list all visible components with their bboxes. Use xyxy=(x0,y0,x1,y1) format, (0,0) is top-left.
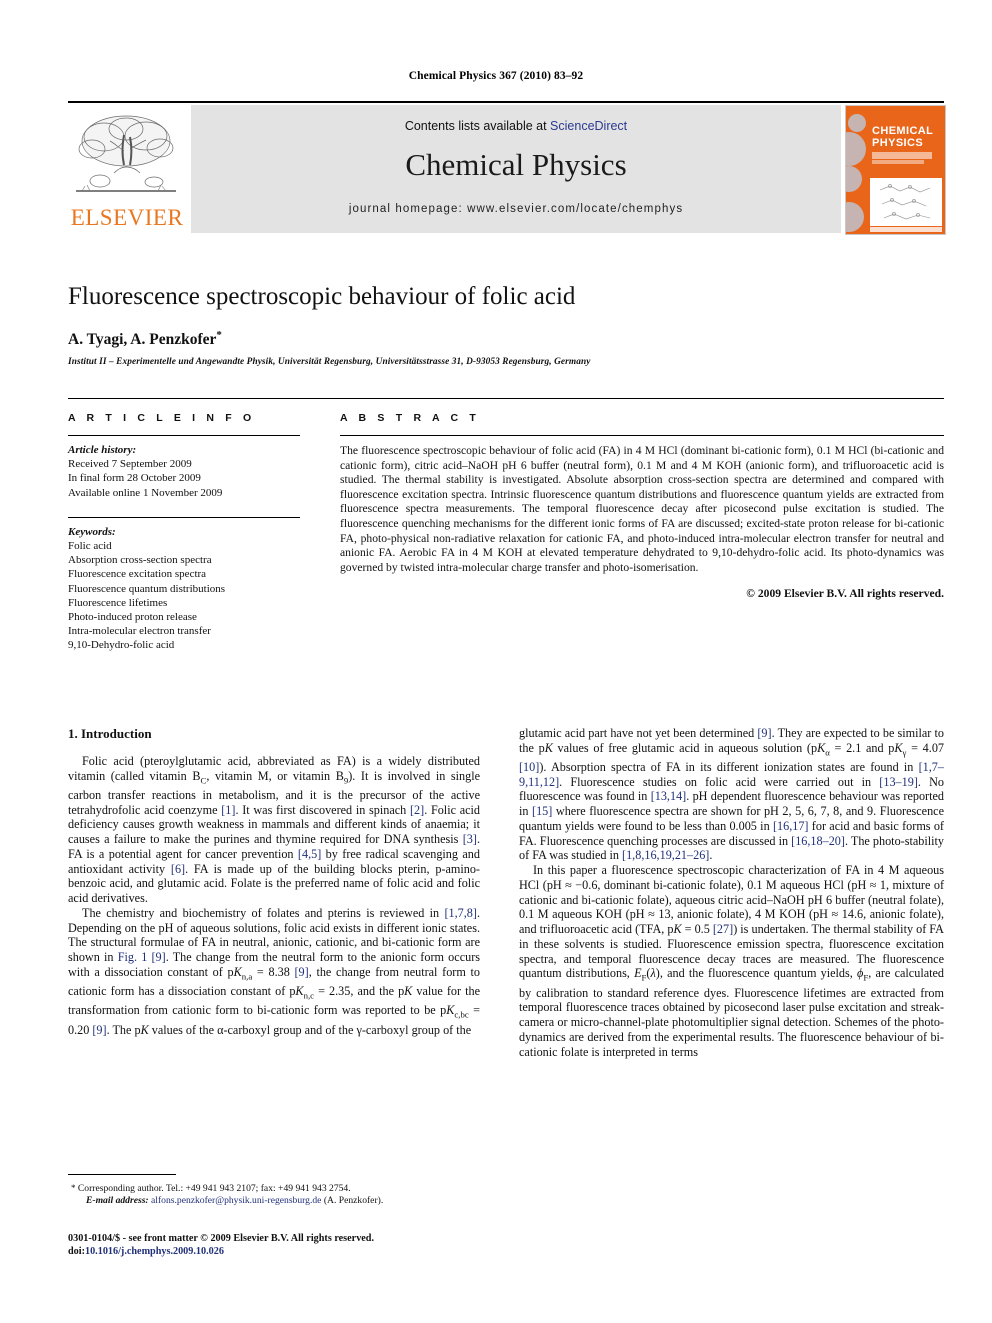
cover-title-line2: PHYSICS xyxy=(872,137,924,149)
keyword-item: Folic acid xyxy=(68,540,112,553)
contents-label: Contents lists available at xyxy=(404,119,551,133)
email-owner: (A. Penzkofer). xyxy=(323,1195,384,1207)
title-block: Fluorescence spectroscopic behaviour of … xyxy=(68,282,944,367)
email-link[interactable]: alfons.penzkofer@physik.uni-regensburg.d… xyxy=(151,1195,321,1206)
cover-subtitle-bar-2 xyxy=(872,160,924,164)
issn-copyright-line: 0301-0104/$ - see front matter © 2009 El… xyxy=(68,1233,375,1244)
keyword-item: Fluorescence lifetimes xyxy=(68,596,168,609)
masthead-top-rule xyxy=(68,101,944,103)
abstract-heading: A B S T R A C T xyxy=(340,412,480,424)
paper-page: Chemical Physics 367 (2010) 83–92 ELSEVI… xyxy=(0,0,992,1323)
page-title: Fluorescence spectroscopic behaviour of … xyxy=(68,283,576,310)
keywords-list: Keywords: Folic acid Absorption cross-se… xyxy=(68,525,300,653)
history-item: Available online 1 November 2009 xyxy=(68,486,223,499)
history-item: In final form 28 October 2009 xyxy=(68,472,201,485)
elsevier-tree-icon xyxy=(74,111,178,203)
doi-line: doi:10.1016/j.chemphys.2009.10.026 xyxy=(68,1245,628,1258)
masthead-banner: Contents lists available at ScienceDirec… xyxy=(191,105,841,233)
corresponding-author-text: Corresponding author. Tel.: +49 941 943 … xyxy=(77,1183,351,1194)
doi-label: doi: xyxy=(68,1246,85,1257)
running-head: Chemical Physics 367 (2010) 83–92 xyxy=(408,70,584,82)
keyword-item: 9,10-Dehydro-folic acid xyxy=(68,639,175,652)
abstract-rule xyxy=(340,435,944,436)
copyright-line: © 2009 Elsevier B.V. All rights reserved… xyxy=(746,587,944,601)
keyword-item: Intra-molecular electron transfer xyxy=(68,625,211,638)
title-bottom-rule xyxy=(68,398,944,399)
abstract-column: A B S T R A C T The fluorescence spectro… xyxy=(340,412,944,600)
footnote-rule xyxy=(68,1174,176,1175)
elsevier-wordmark: ELSEVIER xyxy=(70,205,184,230)
body-paragraph: The chemistry and biochemistry of folate… xyxy=(68,905,481,1037)
keywords-rule xyxy=(68,516,300,518)
affiliation: Institut II – Experimentelle und Angewan… xyxy=(68,357,591,368)
contents-line: Contents lists available at ScienceDirec… xyxy=(191,119,841,133)
section-heading-introduction: 1. Introduction xyxy=(68,726,152,741)
body-column-right: glutamic acid part have not yet been det… xyxy=(519,726,944,1059)
history-item: Received 7 September 2009 xyxy=(68,458,192,471)
author-list: A. Tyagi, A. Penzkofer* xyxy=(68,329,944,349)
journal-homepage[interactable]: journal homepage: www.elsevier.com/locat… xyxy=(191,203,841,215)
cover-title: CHEMICAL PHYSICS xyxy=(872,125,933,149)
body-column-left: 1. Introduction Folic acid (pteroylgluta… xyxy=(68,726,480,1037)
elsevier-logo: ELSEVIER xyxy=(68,105,186,233)
cover-title-line1: CHEMICAL xyxy=(872,125,934,137)
article-info-rule xyxy=(68,435,300,436)
article-history-label: Article history: xyxy=(68,444,137,456)
abstract-text: The fluorescence spectroscopic behaviour… xyxy=(340,444,944,574)
email-label: E-mail address: xyxy=(86,1195,149,1207)
authors-text: A. Tyagi, A. Penzkofer xyxy=(68,331,217,349)
keyword-item: Fluorescence quantum distributions xyxy=(68,582,226,595)
article-info-column: A R T I C L E I N F O Article history: R… xyxy=(68,412,300,653)
email-note: E-mail address: alfons.penzkofer@physik.… xyxy=(68,1195,480,1207)
footnote-block: * Corresponding author. Tel.: +49 941 94… xyxy=(68,1174,480,1208)
article-history: Article history: Received 7 September 20… xyxy=(68,443,300,500)
keyword-item: Photo-induced proton release xyxy=(68,611,197,624)
journal-title: Chemical Physics xyxy=(405,147,627,182)
journal-masthead: ELSEVIER Contents lists available at Sci… xyxy=(68,101,946,236)
cover-molecule-panel xyxy=(870,178,942,226)
keywords-label: Keywords: xyxy=(68,525,116,538)
sciencedirect-link[interactable]: ScienceDirect xyxy=(550,119,627,133)
journal-cover-thumbnail[interactable]: CHEMICAL PHYSICS xyxy=(845,105,946,235)
footnote-marker: * xyxy=(71,1183,76,1193)
cover-subtitle-bar xyxy=(872,152,932,159)
body-paragraph: In this paper a fluorescence spectroscop… xyxy=(519,863,944,1059)
body-paragraph: glutamic acid part have not yet been det… xyxy=(519,726,945,863)
keyword-item: Fluorescence excitation spectra xyxy=(68,568,207,581)
corresponding-author-note: * Corresponding author. Tel.: +49 941 94… xyxy=(68,1182,480,1195)
doi-link[interactable]: 10.1016/j.chemphys.2009.10.026 xyxy=(85,1246,224,1257)
body-paragraph: Folic acid (pteroylglutamic acid, abbrev… xyxy=(68,754,481,906)
page-footer: 0301-0104/$ - see front matter © 2009 El… xyxy=(68,1232,628,1258)
corresponding-author-marker[interactable]: * xyxy=(216,329,222,341)
keyword-item: Absorption cross-section spectra xyxy=(68,554,212,567)
article-info-heading: A R T I C L E I N F O xyxy=(68,412,256,424)
cover-footer-bar xyxy=(870,227,942,232)
